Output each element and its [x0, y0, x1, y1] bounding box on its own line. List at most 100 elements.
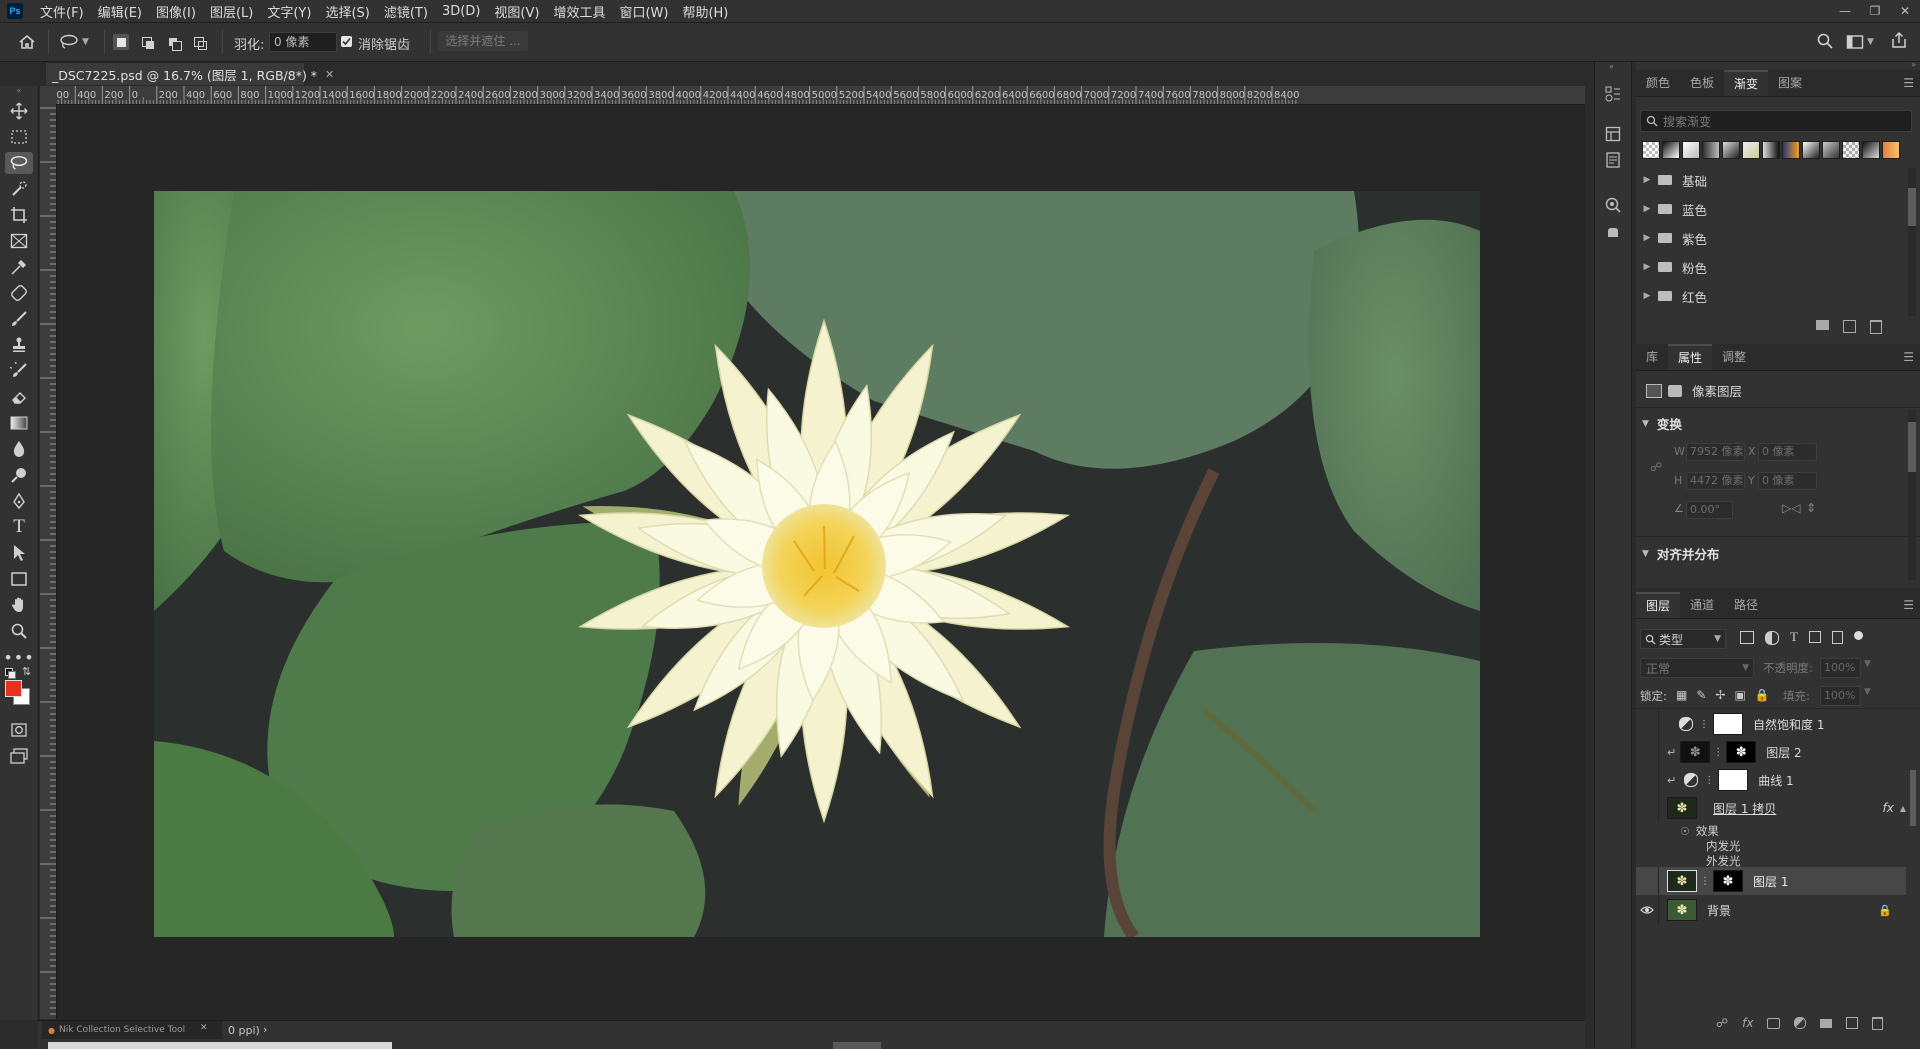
chain-link-icon[interactable]: ⋮: [1700, 876, 1710, 887]
history-brush-tool-icon[interactable]: [5, 360, 33, 382]
brush-settings-icon[interactable]: [1603, 222, 1623, 242]
flip-vertical-icon[interactable]: ⇕: [1806, 501, 1816, 515]
home-icon[interactable]: [16, 32, 38, 52]
layer-row[interactable]: ⋮ 自然饱和度 1: [1636, 710, 1906, 738]
tab-paths[interactable]: 路径: [1724, 592, 1768, 618]
search-icon[interactable]: [1816, 32, 1836, 52]
y-input[interactable]: 0 像素: [1758, 472, 1817, 490]
filter-adjustment-icon[interactable]: [1765, 631, 1779, 645]
lock-all-icon[interactable]: 🔒: [1755, 688, 1770, 702]
menu-select[interactable]: 选择(S): [318, 2, 376, 21]
lasso-preset-picker[interactable]: ▼: [58, 32, 94, 52]
layer-filter-select[interactable]: 类型 ▼: [1640, 629, 1726, 649]
chevron-down-icon[interactable]: ▼: [1864, 687, 1871, 697]
menu-view[interactable]: 视图(V): [487, 2, 546, 21]
close-tab-icon[interactable]: ✕: [325, 68, 334, 81]
scroll-thumb[interactable]: [1910, 770, 1916, 826]
add-to-selection-button[interactable]: [139, 34, 155, 50]
eye-icon[interactable]: ☉: [1680, 825, 1690, 838]
default-colors-icon[interactable]: [5, 668, 16, 679]
type-tool-icon[interactable]: T: [5, 516, 33, 538]
filter-smart-object-icon[interactable]: [1831, 631, 1843, 644]
panel-menu-icon[interactable]: ☰: [1903, 76, 1914, 90]
menu-type[interactable]: 文字(Y): [260, 2, 318, 21]
layer-name[interactable]: 曲线 1: [1758, 772, 1793, 789]
gradient-search-field[interactable]: 搜索渐变: [1640, 110, 1912, 132]
tab-color[interactable]: 颜色: [1636, 70, 1680, 96]
screen-mode-icon[interactable]: [5, 745, 33, 767]
path-selection-tool-icon[interactable]: [5, 542, 33, 564]
layer-row[interactable]: ↵ ⋮ 曲线 1: [1636, 766, 1906, 794]
panel-menu-icon[interactable]: ☰: [1903, 350, 1914, 364]
gradient-tool-icon[interactable]: [5, 412, 33, 434]
filter-type-icon[interactable]: T: [1790, 630, 1798, 645]
flip-horizontal-icon[interactable]: ▷◁: [1782, 501, 1800, 515]
intersect-selection-button[interactable]: [191, 34, 207, 50]
link-layers-icon[interactable]: ☍: [1716, 1016, 1728, 1030]
tab-properties[interactable]: 属性: [1668, 344, 1713, 370]
layer-name[interactable]: 图层 1 拷贝: [1713, 800, 1776, 817]
canvas-image-water-lily[interactable]: [154, 191, 1480, 937]
folder-reds[interactable]: ▶ 红色: [1636, 282, 1906, 310]
folder-purples[interactable]: ▶ 紫色: [1636, 224, 1906, 252]
visibility-toggle[interactable]: [1636, 766, 1659, 794]
layer-name[interactable]: 图层 2: [1766, 744, 1801, 761]
vertical-scrollbar[interactable]: [1908, 410, 1916, 580]
chevron-down-icon[interactable]: ▼: [1864, 659, 1871, 669]
gradient-preset-swatch[interactable]: [1662, 141, 1680, 159]
document-tab[interactable]: _DSC7225.psd @ 16.7% (图层 1, RGB/8*) * ✕: [45, 62, 334, 85]
gradient-preset-swatch[interactable]: [1742, 141, 1760, 159]
menu-filter[interactable]: 滤镜(T): [377, 2, 435, 21]
folder-basics[interactable]: ▶ 基础: [1636, 166, 1906, 194]
rectangle-tool-icon[interactable]: [5, 568, 33, 590]
collapse-arrows-icon[interactable]: »: [1911, 60, 1916, 69]
layer-thumbnail[interactable]: ✽: [1680, 741, 1711, 763]
history-icon[interactable]: [1603, 84, 1623, 104]
gradient-preset-swatch[interactable]: [1722, 141, 1740, 159]
tab-layers[interactable]: 图层: [1636, 592, 1681, 618]
effects-row[interactable]: ☉ 效果: [1680, 823, 1719, 839]
layer-mask-thumbnail[interactable]: ✽: [1726, 741, 1757, 763]
gradient-preset-swatch[interactable]: [1642, 141, 1660, 159]
chain-link-icon[interactable]: ⋮: [1713, 747, 1723, 758]
new-group-icon[interactable]: [1820, 1018, 1833, 1028]
layer-mask-thumbnail[interactable]: [1713, 713, 1743, 735]
workspace-switcher[interactable]: ▼: [1846, 32, 1878, 52]
layer-row[interactable]: ✽ 背景 🔒: [1636, 896, 1906, 924]
tab-gradients[interactable]: 渐变: [1724, 70, 1769, 96]
chain-link-icon[interactable]: ⋮: [1704, 775, 1714, 786]
chevron-right-icon[interactable]: ›: [263, 1023, 267, 1036]
layer-mask-thumbnail[interactable]: [1718, 769, 1749, 791]
gradient-preset-swatch[interactable]: [1782, 141, 1800, 159]
foreground-color-swatch[interactable]: [5, 680, 22, 697]
lock-pixels-icon[interactable]: ✎: [1696, 688, 1706, 702]
filter-shape-icon[interactable]: [1808, 631, 1821, 643]
menu-plugins[interactable]: 增效工具: [546, 2, 612, 21]
menu-layer[interactable]: 图层(L): [203, 2, 260, 21]
dodge-tool-icon[interactable]: [5, 464, 33, 486]
chevron-up-icon[interactable]: ▲: [1900, 804, 1906, 813]
swap-colors-icon[interactable]: ⇅: [22, 665, 31, 678]
tab-channels[interactable]: 通道: [1680, 592, 1724, 618]
blend-mode-select[interactable]: 正常 ▼: [1640, 658, 1754, 678]
align-section-header[interactable]: ▼ 对齐并分布: [1642, 544, 1719, 563]
visibility-toggle[interactable]: [1636, 738, 1659, 766]
tab-patterns[interactable]: 图案: [1768, 70, 1812, 96]
menu-file[interactable]: 文件(F): [33, 2, 91, 21]
quick-mask-icon[interactable]: [5, 719, 33, 741]
restore-icon[interactable]: ❐: [1860, 0, 1890, 22]
close-plugin-icon[interactable]: ✕: [200, 1023, 208, 1033]
filter-pixel-icon[interactable]: [1740, 631, 1754, 644]
layer-effects-fx[interactable]: fx: [1883, 801, 1894, 815]
transform-section-header[interactable]: ▼ 变换: [1642, 414, 1682, 433]
effect-inner-glow[interactable]: 内发光: [1706, 838, 1741, 854]
menu-3d[interactable]: 3D(D): [435, 4, 487, 19]
minimize-icon[interactable]: —: [1830, 0, 1860, 22]
vertical-scrollbar[interactable]: [1908, 168, 1916, 316]
lock-artboard-icon[interactable]: ▣: [1734, 688, 1745, 702]
select-and-mask-button[interactable]: 选择并遮住 ...: [438, 31, 528, 51]
folder-pinks[interactable]: ▶ 粉色: [1636, 253, 1906, 281]
add-mask-icon[interactable]: [1767, 1017, 1781, 1029]
notes-icon[interactable]: [1603, 150, 1623, 170]
gradient-preset-swatch[interactable]: [1762, 141, 1780, 159]
